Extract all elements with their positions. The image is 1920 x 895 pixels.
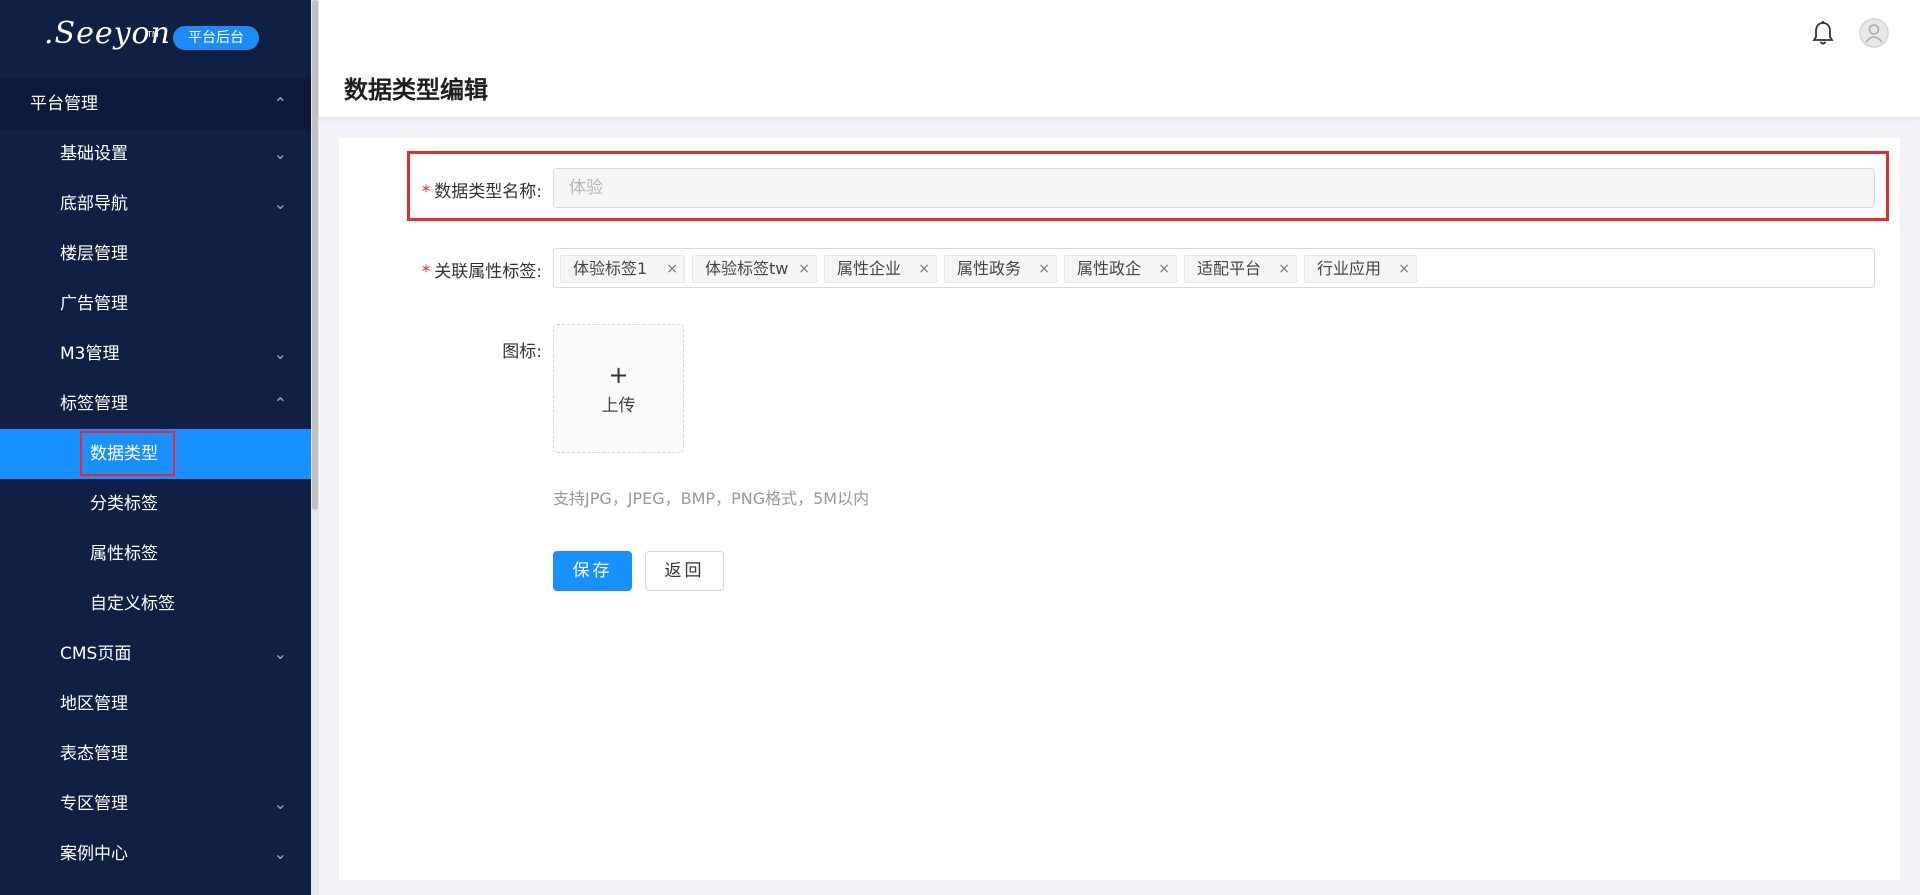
sidebar-item-label: CMS页面	[60, 644, 132, 664]
tag-chip: 属性政企 ×	[1064, 255, 1177, 283]
name-label: * 数据类型名称:	[421, 182, 542, 202]
tag-label: 属性政企	[1077, 259, 1142, 278]
sidebar-item[interactable]: 专区管理 ⌄	[0, 779, 311, 829]
platform-badge: 平台后台	[173, 26, 259, 50]
tag-label: 属性企业	[837, 259, 902, 278]
plus-icon: +	[608, 361, 629, 389]
sidebar-item[interactable]: 分类标签	[0, 479, 311, 529]
sidebar-item-label: 自定义标签	[90, 594, 175, 614]
page-title: 数据类型编辑	[344, 76, 488, 104]
sidebar-item[interactable]: 地区管理	[0, 679, 311, 729]
sidebar-item-label: 属性标签	[90, 544, 158, 564]
tag-remove-icon[interactable]: ×	[1158, 256, 1170, 282]
tag-chip: 行业应用 ×	[1304, 255, 1417, 283]
sidebar-item[interactable]: 楼层管理	[0, 229, 311, 279]
sidebar-item-label: 基础设置	[60, 144, 128, 164]
sidebar-item[interactable]: M3管理 ⌄	[0, 329, 311, 379]
tag-remove-icon[interactable]: ×	[1398, 256, 1410, 282]
sidebar-item[interactable]: 广告管理	[0, 279, 311, 329]
tag-label: 体验标签tw	[705, 259, 789, 278]
chevron-down-icon: ⌄	[273, 844, 287, 863]
data-type-name-input[interactable]: 体验	[553, 168, 1875, 208]
icon-upload-button[interactable]: + 上传	[553, 324, 684, 453]
sidebar-item-label: 底部导航	[60, 194, 128, 214]
sidebar-item[interactable]: 底部导航 ⌄	[0, 179, 311, 229]
sidebar-item-label: M3管理	[60, 344, 120, 364]
chevron-up-icon: ⌃	[273, 394, 287, 413]
tag-chip: 属性政务 ×	[944, 255, 1057, 283]
save-button[interactable]: 保存	[553, 551, 632, 591]
tag-label: 适配平台	[1197, 259, 1262, 278]
sidebar-item-label: 标签管理	[60, 394, 128, 414]
sidebar-item-label: 专区管理	[60, 794, 128, 814]
tag-chip: 适配平台 ×	[1184, 255, 1297, 283]
tag-remove-icon[interactable]: ×	[798, 256, 810, 282]
tags-label: * 关联属性标签:	[421, 262, 542, 282]
chevron-down-icon: ⌄	[273, 644, 287, 663]
sidebar-item-label: 平台管理	[30, 94, 98, 114]
sidebar-item-label: 广告管理	[60, 294, 128, 314]
logo-trademark: TM	[147, 30, 159, 39]
required-mark: *	[421, 182, 431, 202]
tag-remove-icon[interactable]: ×	[1038, 256, 1050, 282]
icon-label: 图标:	[502, 342, 542, 362]
sidebar-item[interactable]: 平台管理 ⌃	[0, 79, 311, 129]
bell-icon[interactable]	[1811, 20, 1835, 46]
scrollbar-thumb[interactable]	[312, 0, 318, 510]
active-item-highlight-box	[80, 431, 175, 476]
sidebar-item[interactable]: 属性标签	[0, 529, 311, 579]
tag-remove-icon[interactable]: ×	[1278, 256, 1290, 282]
sidebar-item[interactable]: 标签管理 ⌃	[0, 379, 311, 429]
sidebar-item[interactable]: 表态管理	[0, 729, 311, 779]
sidebar-item[interactable]: 自定义标签	[0, 579, 311, 629]
sidebar-item[interactable]: CMS页面 ⌄	[0, 629, 311, 679]
tag-chip: 体验标签tw ×	[692, 255, 817, 283]
tag-remove-icon[interactable]: ×	[666, 256, 678, 282]
upload-label: 上传	[601, 396, 636, 416]
sidebar-item[interactable]: 案例中心 ⌄	[0, 829, 311, 879]
header: 数据类型编辑	[319, 0, 1920, 117]
tag-chip: 体验标签1 ×	[560, 255, 685, 283]
sidebar-item[interactable]: 基础设置 ⌄	[0, 129, 311, 179]
sidebar-scrollbar[interactable]	[311, 0, 319, 895]
required-mark: *	[421, 262, 431, 282]
tag-label: 属性政务	[957, 259, 1022, 278]
sidebar-item-label: 楼层管理	[60, 244, 128, 264]
tag-remove-icon[interactable]: ×	[918, 256, 930, 282]
user-avatar-icon[interactable]	[1859, 18, 1889, 48]
sidebar-item-label: 地区管理	[60, 694, 128, 714]
sidebar-item-label: 表态管理	[60, 744, 128, 764]
tag-label: 行业应用	[1317, 259, 1382, 278]
chevron-down-icon: ⌄	[273, 794, 287, 813]
chevron-down-icon: ⌄	[273, 144, 287, 163]
chevron-up-icon: ⌃	[273, 94, 287, 113]
sidebar: .Seeyon TM 平台后台 平台管理 ⌃ 基础设置 ⌄ 底部导航 ⌄ 楼层管理广告管理 M…	[0, 0, 311, 895]
related-tags-select[interactable]: 体验标签1 × 体验标签tw × 属性企业 × 属性政务 × 属性政企 × 适配平台 × 行业应用 ×	[553, 248, 1875, 288]
tag-label: 体验标签1	[573, 259, 648, 278]
chevron-down-icon: ⌄	[273, 344, 287, 363]
sidebar-item-label: 案例中心	[60, 844, 128, 864]
sidebar-item-label: 分类标签	[90, 494, 158, 514]
tag-chip: 属性企业 ×	[824, 255, 937, 283]
back-button[interactable]: 返回	[645, 551, 724, 591]
chevron-down-icon: ⌄	[273, 194, 287, 213]
logo-area: .Seeyon TM 平台后台	[0, 0, 311, 78]
upload-hint: 支持JPG，JPEG，BMP，PNG格式，5M以内	[553, 489, 870, 508]
form-card: * 数据类型名称: 体验 * 关联属性标签: 体验标签1 × 体验标签tw × 属性企业 × 属…	[339, 138, 1900, 880]
